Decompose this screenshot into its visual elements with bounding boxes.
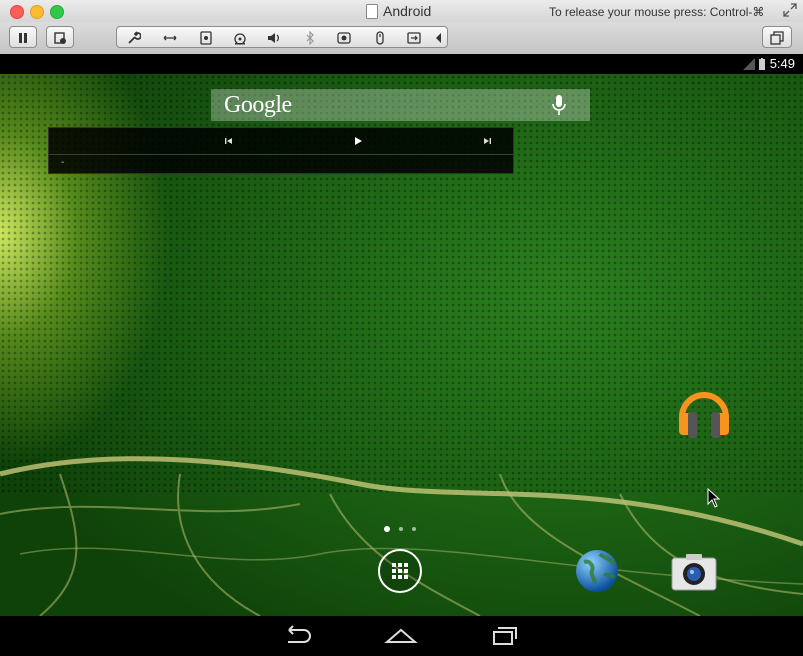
camera-app-icon[interactable] <box>670 552 718 592</box>
vm-toolbar <box>0 22 803 55</box>
network-icon[interactable] <box>163 31 177 45</box>
fullscreen-icon <box>770 31 784 45</box>
minimize-window-button[interactable] <box>30 5 44 19</box>
page-dot <box>399 527 403 531</box>
next-track-icon[interactable] <box>480 134 494 148</box>
signal-icon <box>743 58 755 70</box>
music-widget-divider <box>49 154 513 155</box>
app-drawer-grid-icon <box>392 563 408 579</box>
pause-button[interactable] <box>9 26 37 48</box>
sound-icon[interactable] <box>267 31 281 45</box>
page-dot <box>412 527 416 531</box>
battery-icon <box>759 58 765 70</box>
android-home-screen[interactable]: 5:49 Google - <box>0 54 803 616</box>
release-mouse-hint: To release your mouse press: Control-⌘ <box>549 5 765 19</box>
track-title: - <box>61 157 65 168</box>
sharing-icon[interactable] <box>407 31 421 45</box>
google-search-widget[interactable]: Google <box>211 89 590 121</box>
close-window-button[interactable] <box>10 5 24 19</box>
navigation-bar <box>0 616 803 656</box>
pause-icon <box>16 31 30 45</box>
microphone-icon[interactable] <box>550 94 568 116</box>
device-toolbar-group <box>116 26 448 48</box>
browser-globe-icon[interactable] <box>574 548 620 594</box>
mouse-cursor-icon <box>707 488 721 508</box>
status-clock: 5:49 <box>769 56 795 71</box>
recent-apps-icon <box>493 627 517 645</box>
play-music-app-icon[interactable] <box>676 385 732 441</box>
usb-icon[interactable] <box>373 31 387 45</box>
window-titlebar: Android To release your mouse press: Con… <box>0 0 803 22</box>
hard-disk-icon[interactable] <box>199 31 213 45</box>
collapse-arrow-icon[interactable] <box>432 31 446 45</box>
window-title: Android <box>383 3 432 19</box>
music-player-widget: - <box>48 127 514 174</box>
previous-track-icon[interactable] <box>222 134 236 148</box>
camera-device-icon[interactable] <box>337 31 351 45</box>
play-icon[interactable] <box>351 134 365 148</box>
google-logo[interactable]: Google <box>224 92 292 119</box>
recent-apps-button[interactable] <box>488 622 522 648</box>
bluetooth-icon[interactable] <box>303 30 317 46</box>
snapshot-icon <box>53 31 67 45</box>
fullscreen-button[interactable] <box>762 26 792 48</box>
cd-dvd-icon[interactable] <box>233 31 247 45</box>
zoom-window-button[interactable] <box>50 5 64 19</box>
snapshot-button[interactable] <box>46 26 74 48</box>
status-bar: 5:49 <box>0 54 803 74</box>
home-button[interactable] <box>384 622 418 648</box>
page-dot-active <box>384 526 390 532</box>
settings-wrench-icon[interactable] <box>127 31 142 45</box>
expand-icon[interactable] <box>783 3 797 17</box>
back-button[interactable] <box>280 622 314 648</box>
all-apps-button[interactable] <box>378 549 422 593</box>
vm-document-icon <box>366 4 378 19</box>
home-icon <box>384 628 418 643</box>
back-arrow-icon <box>288 625 311 643</box>
